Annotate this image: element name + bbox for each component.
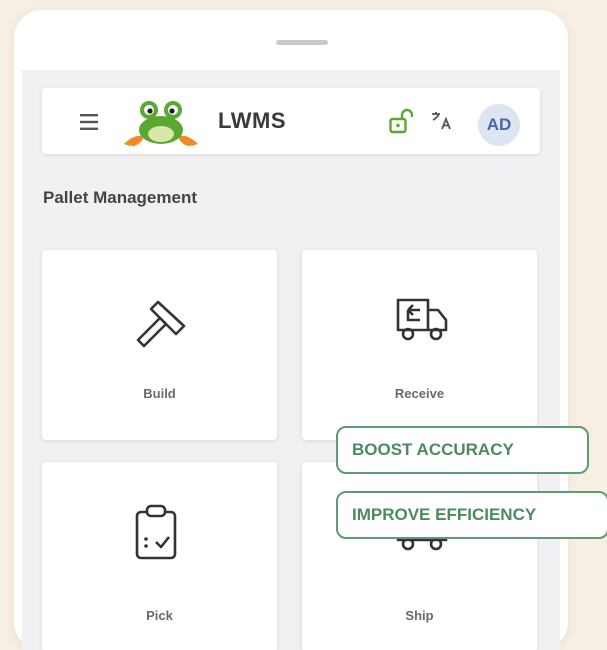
app-screen: LWMS AD Pallet Management Build Receive … xyxy=(22,70,560,650)
tile-build-label: Build xyxy=(143,386,176,401)
tile-pick-label: Pick xyxy=(146,608,173,623)
improve-efficiency-callout: IMPROVE EFFICIENCY xyxy=(336,491,607,539)
user-avatar[interactable]: AD xyxy=(478,104,520,146)
truck-receive-icon xyxy=(396,298,448,341)
tile-receive[interactable]: Receive xyxy=(302,250,537,440)
frog-logo xyxy=(124,101,198,147)
phone-frame: LWMS AD Pallet Management Build Receive … xyxy=(14,10,568,650)
hammer-icon xyxy=(136,300,186,348)
tile-build[interactable]: Build xyxy=(42,250,277,440)
app-title: LWMS xyxy=(218,108,286,133)
tile-pick[interactable]: Pick xyxy=(42,462,277,650)
tile-receive-label: Receive xyxy=(394,386,445,401)
tile-ship-label: Ship xyxy=(405,608,434,623)
hamburger-menu-icon[interactable] xyxy=(80,114,102,130)
section-title: Pallet Management xyxy=(43,188,197,207)
unlocked-padlock-icon[interactable] xyxy=(389,108,413,134)
translate-icon[interactable] xyxy=(430,109,454,133)
clipboard-check-icon xyxy=(135,504,177,560)
app-bar: LWMS AD xyxy=(42,88,540,154)
boost-accuracy-callout: BOOST ACCURACY xyxy=(336,426,589,474)
drag-handle[interactable] xyxy=(276,40,328,45)
